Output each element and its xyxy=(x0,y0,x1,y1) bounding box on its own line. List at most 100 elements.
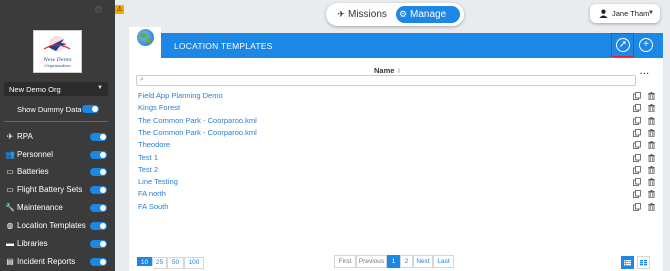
copy-icon[interactable] xyxy=(633,141,641,150)
trash-icon[interactable] xyxy=(648,128,655,138)
search-input[interactable]: ⌕ xyxy=(136,75,636,86)
trash-icon[interactable] xyxy=(648,92,655,101)
user-menu[interactable]: Jane Tham ▼ xyxy=(590,4,660,23)
manage-button[interactable]: ⚙ Manage xyxy=(396,6,460,23)
gear-icon[interactable]: ⚙ xyxy=(94,6,104,16)
page-size-50[interactable]: 50 xyxy=(167,257,184,269)
table-row: Theodore xyxy=(138,140,658,152)
location-template-link[interactable]: Kings Forest xyxy=(138,103,180,112)
mode-switch: ✈ Missions ⚙ Manage xyxy=(326,3,464,26)
clipboard-icon: ▤ xyxy=(6,257,14,266)
location-template-link[interactable]: FA north xyxy=(138,189,166,198)
plane-icon: ✈ xyxy=(337,9,345,19)
chevron-down-icon: ▼ xyxy=(648,10,654,16)
manage-label: Manage xyxy=(410,9,447,20)
copy-icon[interactable] xyxy=(633,202,641,211)
page-size-100[interactable]: 100 xyxy=(184,257,204,269)
sidebar-toggle[interactable] xyxy=(90,240,107,248)
sidebar-item-rpa[interactable]: ✈ RPA xyxy=(5,131,111,143)
location-template-link[interactable]: Line Testing xyxy=(138,177,178,186)
page-2[interactable]: 2 xyxy=(400,255,413,268)
location-template-link[interactable]: Theodore xyxy=(138,140,170,149)
list-view-button[interactable] xyxy=(621,256,634,269)
page-last[interactable]: Last xyxy=(433,255,454,268)
location-template-link[interactable]: FA South xyxy=(138,202,168,211)
sidebar-toggle[interactable] xyxy=(90,168,107,176)
location-template-link[interactable]: Test 1 xyxy=(138,153,158,162)
add-button[interactable]: + xyxy=(639,38,653,52)
table-row: Line Testing xyxy=(138,177,658,189)
alert-icon[interactable]: ⚠ xyxy=(115,5,124,14)
sidebar-item-incident-reports[interactable]: ▤ Incident Reports xyxy=(5,256,111,268)
table-row: The Common Park - Coorparoo.kml xyxy=(138,128,658,140)
trash-icon[interactable] xyxy=(648,202,655,211)
page-1[interactable]: 1 xyxy=(387,255,400,268)
location-template-link[interactable]: Field App Planning Demo xyxy=(138,91,223,100)
location-template-link[interactable]: The Common Park - Coorparoo.kml xyxy=(138,128,257,137)
copy-icon[interactable] xyxy=(633,190,641,199)
user-name: Jane Tham xyxy=(612,9,650,18)
page-title: LOCATION TEMPLATES xyxy=(174,41,273,51)
wrench-icon: 🔧 xyxy=(5,203,15,212)
name-column-header[interactable]: Name ⇳ xyxy=(374,66,402,75)
trash-icon[interactable] xyxy=(648,141,655,150)
sidebar-toggle[interactable] xyxy=(90,186,107,194)
plane-icon: ✈ xyxy=(6,132,14,141)
page-next[interactable]: Next xyxy=(413,255,433,268)
trash-icon[interactable] xyxy=(648,104,655,113)
sidebar-item-batteries[interactable]: ▭ Batteries xyxy=(5,166,111,178)
page-first[interactable]: First xyxy=(334,255,356,268)
table-row: Field App Planning Demo xyxy=(138,91,658,103)
compass-button[interactable]: ➚ xyxy=(616,38,630,52)
sidebar-item-flight-battery-sets[interactable]: ▭ Flight Battery Sets xyxy=(5,184,111,196)
page-previous[interactable]: Previous xyxy=(356,255,387,268)
sidebar: ⚙ New Demo Organisation New Demo Org ▼ S… xyxy=(0,0,115,271)
trash-icon[interactable] xyxy=(648,153,655,162)
sidebar-toggle[interactable] xyxy=(90,151,107,159)
table-row: FA South xyxy=(138,202,658,214)
sidebar-toggle[interactable] xyxy=(90,258,107,266)
table-row: Test 2 xyxy=(138,165,658,177)
table-row: FA north xyxy=(138,189,658,201)
trash-icon[interactable] xyxy=(648,190,655,199)
search-icon: ⌕ xyxy=(140,76,144,83)
show-dummy-data-toggle[interactable] xyxy=(82,105,99,113)
sidebar-item-personnel[interactable]: 👥 Personnel xyxy=(5,149,111,161)
sidebar-toggle[interactable] xyxy=(90,133,107,141)
missions-button[interactable]: ✈ Missions xyxy=(334,6,394,23)
show-dummy-data-label: Show Dummy Data xyxy=(17,105,82,114)
trash-icon[interactable] xyxy=(648,116,655,125)
sidebar-toggle[interactable] xyxy=(90,204,107,212)
sidebar-toggle[interactable] xyxy=(90,222,107,230)
copy-icon[interactable] xyxy=(633,92,641,100)
manage-icon: ⚙ xyxy=(398,9,408,19)
svg-text:Organisation: Organisation xyxy=(44,63,71,68)
globe-icon: ◍ xyxy=(6,221,14,230)
trash-icon[interactable] xyxy=(648,165,655,174)
sidebar-item-libraries[interactable]: ▬ Libraries xyxy=(5,238,111,250)
trash-icon[interactable] xyxy=(648,178,655,187)
header-tab xyxy=(129,27,161,58)
location-template-link[interactable]: The Common Park - Coorparoo.kml xyxy=(138,116,257,125)
sidebar-item-label: Batteries xyxy=(17,167,49,176)
copy-icon[interactable] xyxy=(633,178,641,186)
table-row: Kings Forest xyxy=(138,103,658,115)
copy-icon[interactable] xyxy=(633,165,641,174)
battery-set-icon: ▭ xyxy=(6,185,14,194)
folder-icon: ▬ xyxy=(6,239,14,248)
copy-icon[interactable] xyxy=(633,153,641,162)
location-template-link[interactable]: Test 2 xyxy=(138,165,158,174)
battery-icon: ▭ xyxy=(6,167,14,176)
copy-icon[interactable] xyxy=(633,128,641,137)
plus-icon: + xyxy=(643,39,649,50)
user-icon xyxy=(599,9,608,18)
sidebar-item-location-templates[interactable]: ◍ Location Templates xyxy=(5,220,111,232)
detail-view-button[interactable] xyxy=(637,256,650,269)
copy-icon[interactable] xyxy=(633,116,641,125)
page-size-25[interactable]: 25 xyxy=(152,257,167,269)
copy-icon[interactable] xyxy=(633,104,641,113)
card-header: LOCATION TEMPLATES ➚ + xyxy=(129,27,663,58)
org-select[interactable]: New Demo Org ▼ xyxy=(4,82,108,96)
more-options[interactable]: ... xyxy=(640,67,650,76)
sidebar-item-maintenance[interactable]: 🔧 Maintenance xyxy=(5,202,111,214)
